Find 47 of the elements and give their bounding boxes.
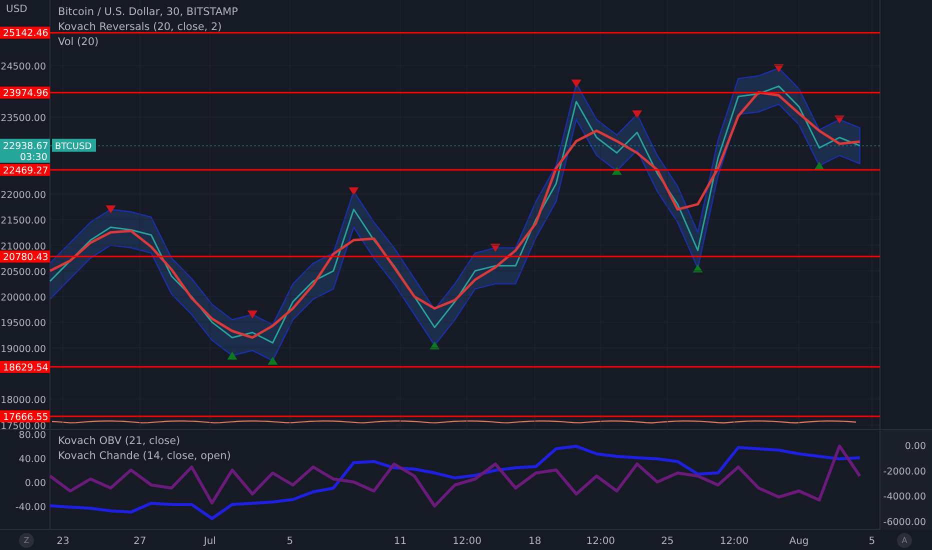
auto-scale-button[interactable]: A (897, 533, 912, 548)
time-axis-label: 25 (661, 536, 674, 547)
time-axis-label: Jul (204, 536, 216, 547)
zoom-button[interactable]: Z (19, 533, 34, 548)
axis-label: 24500.00 (0, 62, 46, 73)
axis-label: 23500.00 (0, 113, 46, 124)
axis-label: -6000.00 (883, 517, 926, 528)
legend-text: Vol (20) (58, 35, 100, 49)
current-price-tag: 22938.67 03:30 (0, 138, 50, 163)
legend-text: Kovach Reversals (20, close, 2) (58, 20, 223, 34)
axis-label: 80.00 (18, 430, 46, 442)
time-axis-label: 23 (56, 536, 70, 547)
level-price-tag: 17666.55 (0, 410, 50, 423)
axis-label: 21500.00 (0, 216, 46, 227)
time-axis-label: 11 (394, 536, 407, 547)
legend-text: Bitcoin / U.S. Dollar, 30, BITSTAMP (58, 5, 238, 19)
axis-label: 18000.00 (0, 395, 46, 406)
time-axis-label: 12:00 (720, 536, 749, 547)
time-axis-label: 5 (286, 536, 294, 547)
level-price-tag: 23974.96 (0, 86, 50, 100)
axis-label: 20500.00 (0, 266, 46, 278)
time-axis-label: Aug (789, 536, 809, 547)
axis-label: -2000.00 (883, 466, 926, 478)
time-axis-label: 12:00 (452, 536, 482, 547)
axis-label: 19000.00 (0, 344, 46, 355)
level-price-tag: 20780.43 (0, 250, 50, 264)
legend-text: Kovach OBV (21, close) (58, 434, 182, 448)
axis-label: 0.00 (904, 441, 926, 452)
axis-label: 20000.00 (0, 292, 46, 304)
time-axis-label: 5 (868, 536, 876, 547)
axis-label: -40.00 (15, 502, 46, 513)
symbol-tag: BTCUSD (52, 138, 96, 152)
axis-label: 19500.00 (0, 318, 46, 330)
level-price-tag: 22469.27 (0, 164, 50, 176)
time-axis-label: 12:00 (586, 536, 616, 547)
axis-label: 0.00 (24, 478, 46, 489)
axis-label: 40.00 (18, 454, 46, 466)
axis-label: -4000.00 (883, 492, 926, 503)
level-price-tag: 18629.54 (0, 360, 50, 374)
time-axis-label: 27 (134, 536, 146, 547)
axis-label: 21000.00 (0, 241, 46, 252)
legend-text: Kovach Chande (14, close, open) (58, 449, 231, 463)
axis-label: 17500.00 (0, 420, 46, 430)
time-axis-label: 18 (528, 536, 542, 547)
currency-label: USD (6, 4, 28, 15)
level-price-tag: 25142.46 (0, 26, 50, 40)
axis-label: 22000.00 (0, 190, 46, 201)
